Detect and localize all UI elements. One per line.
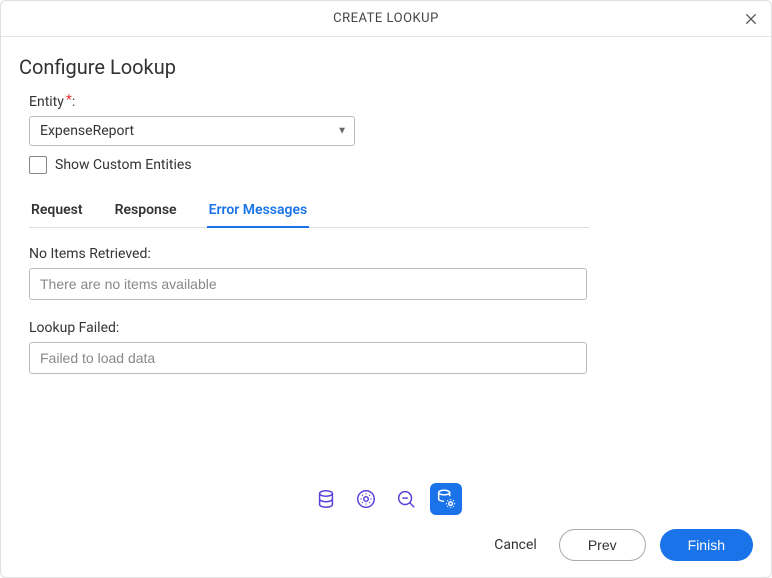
database-gear-icon <box>435 488 457 510</box>
finish-button[interactable]: Finish <box>660 529 753 561</box>
chevron-down-icon: ▼ <box>337 126 347 137</box>
gear-circle-icon <box>355 488 377 510</box>
tab-request[interactable]: Request <box>29 194 85 228</box>
lookup-failed-input[interactable] <box>29 342 587 374</box>
step-configure[interactable] <box>430 483 462 515</box>
entity-select[interactable]: ExpenseReport <box>29 116 355 146</box>
modal-titlebar: CREATE LOOKUP <box>1 1 771 37</box>
entity-selected-value: ExpenseReport <box>40 123 134 139</box>
step-settings[interactable] <box>350 483 382 515</box>
no-items-group: No Items Retrieved: <box>29 246 753 300</box>
tab-response[interactable]: Response <box>113 194 179 228</box>
no-items-input[interactable] <box>29 268 587 300</box>
modal-footer: Cancel Prev Finish <box>1 473 771 577</box>
modal-title: CREATE LOOKUP <box>333 11 439 26</box>
no-items-label: No Items Retrieved: <box>29 246 753 262</box>
entity-label: Entity <box>29 94 64 110</box>
tab-error-messages[interactable]: Error Messages <box>207 194 310 228</box>
cancel-button[interactable]: Cancel <box>486 531 545 559</box>
page-title: Configure Lookup <box>19 55 753 79</box>
button-row: Cancel Prev Finish <box>19 529 753 561</box>
modal-content: Configure Lookup Entity * : ExpenseRepor… <box>1 37 771 473</box>
entity-label-row: Entity * : <box>29 94 75 110</box>
form-section: No Items Retrieved: Lookup Failed: <box>29 246 753 374</box>
wizard-steps <box>19 483 753 515</box>
tabs: Request Response Error Messages <box>29 194 589 228</box>
prev-button[interactable]: Prev <box>559 529 646 561</box>
close-button[interactable] <box>741 9 761 29</box>
entity-label-colon: : <box>72 94 75 110</box>
search-minus-icon <box>395 488 417 510</box>
lookup-failed-group: Lookup Failed: <box>29 320 753 374</box>
database-icon <box>315 488 337 510</box>
entity-select-wrap: ExpenseReport ▼ <box>29 116 355 146</box>
show-custom-checkbox[interactable] <box>29 156 47 174</box>
show-custom-label: Show Custom Entities <box>55 157 192 173</box>
show-custom-row: Show Custom Entities <box>29 156 753 174</box>
close-icon <box>743 11 759 27</box>
required-star-icon: * <box>66 92 72 108</box>
step-datasource[interactable] <box>310 483 342 515</box>
lookup-failed-label: Lookup Failed: <box>29 320 753 336</box>
create-lookup-modal: CREATE LOOKUP Configure Lookup Entity * … <box>0 0 772 578</box>
step-query[interactable] <box>390 483 422 515</box>
